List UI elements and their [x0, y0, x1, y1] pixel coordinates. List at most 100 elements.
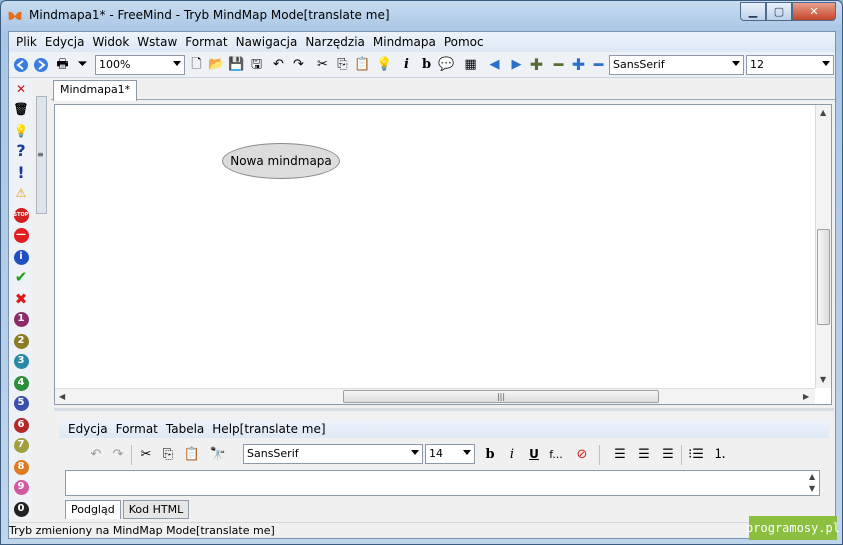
align-center-icon[interactable]: ☰	[635, 445, 653, 463]
root-node[interactable]: Nowa mindmapa	[222, 143, 340, 179]
add-child-icon[interactable]: ✚	[527, 55, 546, 74]
find-icon[interactable]: 🔭	[209, 445, 227, 463]
number-4-icon[interactable]: 4	[13, 375, 29, 391]
number-6-icon[interactable]: 6	[13, 417, 29, 433]
minimize-button[interactable]: ▁	[740, 2, 766, 21]
number-3-icon[interactable]: 3	[13, 353, 29, 369]
filter-icon[interactable]: ⏷	[73, 55, 92, 74]
menu-mindmapa[interactable]: Mindmapa	[369, 35, 440, 49]
editor-copy-icon[interactable]: ⎘	[159, 445, 177, 463]
cloud-icon[interactable]: 💬	[437, 55, 456, 74]
map-horizontal-scrollbar[interactable]: ◀ ||| ▶	[55, 388, 815, 404]
menu-nawigacja[interactable]: Nawigacja	[232, 35, 302, 49]
editor-bold-icon[interactable]: b	[481, 445, 499, 463]
number-0-icon[interactable]: 0	[13, 501, 29, 517]
zoom-select[interactable]: 100%	[95, 55, 185, 75]
editor-paste-icon[interactable]: 📋	[183, 445, 201, 463]
menu-pomoc[interactable]: Pomoc	[440, 35, 488, 49]
editor-underline-icon[interactable]: U	[525, 445, 543, 463]
arrow-right-icon[interactable]: ▶	[507, 55, 526, 74]
scroll-up-icon[interactable]: ▲	[820, 108, 826, 117]
splitter-grip[interactable]: ≡	[37, 150, 45, 159]
menu-narzedzia[interactable]: Narzędzia	[301, 35, 369, 49]
grid-icon[interactable]: ▦	[461, 55, 480, 74]
checkmark-icon[interactable]: ✔	[13, 269, 29, 285]
idea-icon[interactable]: 💡	[375, 55, 394, 74]
editor-italic-icon[interactable]: i	[503, 445, 521, 463]
remove-icon-icon[interactable]: ✕	[13, 81, 29, 97]
zoom-out-icon[interactable]: ━	[589, 55, 608, 74]
tab-preview[interactable]: Podgląd	[65, 500, 121, 519]
editor-scroll-down-icon[interactable]: ▼	[809, 484, 815, 493]
scroll-right-icon[interactable]: ▶	[803, 392, 809, 401]
close-button[interactable]: ✕	[792, 2, 836, 21]
editor-undo-icon[interactable]: ↶	[87, 445, 105, 463]
editor-size-select[interactable]: 14	[425, 444, 475, 464]
back-icon[interactable]	[11, 55, 30, 74]
paste-icon[interactable]: 📋	[353, 55, 372, 74]
maximize-button[interactable]: ▢	[766, 2, 792, 21]
zoom-in-icon[interactable]: ✚	[569, 55, 588, 74]
font-family-select[interactable]: SansSerif	[609, 55, 744, 75]
new-map-icon[interactable]: 🗋	[187, 55, 206, 74]
undo-icon[interactable]: ↶	[269, 55, 288, 74]
no-entry-icon[interactable]: —	[13, 227, 29, 243]
numbered-list-icon[interactable]: ⒈	[711, 445, 729, 463]
align-right-icon[interactable]: ☰	[659, 445, 677, 463]
copy-icon[interactable]: ⎘	[333, 55, 352, 74]
editor-redo-icon[interactable]: ↷	[109, 445, 127, 463]
print-icon[interactable]: 🖶	[53, 55, 72, 74]
editor-menu-tabela[interactable]: Tabela	[162, 422, 208, 436]
info-icon[interactable]: i	[13, 249, 29, 265]
clear-format-icon[interactable]: ⊘	[573, 445, 591, 463]
scroll-down-icon[interactable]: ▼	[820, 375, 826, 384]
number-5-icon[interactable]: 5	[13, 395, 29, 411]
editor-menu-edycja[interactable]: Edycja	[64, 422, 112, 436]
save-as-icon[interactable]: 🖫	[247, 55, 266, 74]
redo-icon[interactable]: ↷	[289, 55, 308, 74]
lightbulb-icon[interactable]: 💡	[13, 123, 29, 139]
cross-icon[interactable]: ✖	[13, 291, 29, 307]
tab-mindmapa1[interactable]: Mindmapa1*	[53, 80, 138, 101]
editor-font-select[interactable]: SansSerif	[243, 444, 423, 464]
trash-icon[interactable]: 🗑	[13, 101, 29, 117]
number-8-icon[interactable]: 8	[13, 459, 29, 475]
warning-icon[interactable]: ⚠	[13, 185, 29, 201]
menu-format[interactable]: Format	[181, 35, 231, 49]
horizontal-scroll-thumb[interactable]: |||	[343, 390, 659, 403]
menu-widok[interactable]: Widok	[88, 35, 133, 49]
forward-icon[interactable]	[31, 55, 50, 74]
bullet-list-icon[interactable]: ⁝☰	[687, 445, 705, 463]
number-2-icon[interactable]: 2	[13, 333, 29, 349]
remove-node-icon[interactable]: ━	[549, 55, 568, 74]
editor-menu-help[interactable]: Help[translate me]	[208, 422, 329, 436]
tab-html-code[interactable]: Kod HTML	[122, 500, 190, 519]
save-icon[interactable]: 💾	[227, 55, 246, 74]
scroll-left-icon[interactable]: ◀	[59, 392, 65, 401]
question-icon[interactable]: ?	[13, 143, 29, 159]
vertical-scroll-thumb[interactable]	[817, 229, 830, 325]
exclamation-icon[interactable]: !	[13, 165, 29, 181]
stop-icon[interactable]: STOP	[13, 207, 29, 223]
number-9-icon[interactable]: 9	[13, 479, 29, 495]
number-7-icon[interactable]: 7	[13, 437, 29, 453]
map-canvas[interactable]: Nowa mindmapa ▲ ▼ ◀ ||| ▶	[54, 104, 832, 405]
panel-splitter[interactable]	[54, 408, 834, 411]
note-text-area[interactable]: ▲ ▼	[65, 470, 820, 496]
arrow-left-icon[interactable]: ◀	[485, 55, 504, 74]
font-size-select[interactable]: 12	[746, 55, 834, 75]
menu-edycja[interactable]: Edycja	[41, 35, 89, 49]
italic-icon[interactable]: i	[397, 55, 416, 74]
menu-plik[interactable]: Plik	[12, 35, 41, 49]
map-vertical-scrollbar[interactable]: ▲ ▼	[815, 105, 831, 388]
editor-font-color-icon[interactable]: f...	[547, 445, 565, 463]
editor-menu-format[interactable]: Format	[112, 422, 162, 436]
align-left-icon[interactable]: ☰	[611, 445, 629, 463]
editor-cut-icon[interactable]: ✂	[137, 445, 155, 463]
open-icon[interactable]: 📂	[207, 55, 226, 74]
number-1-icon[interactable]: 1	[13, 311, 29, 327]
bold-icon[interactable]: b	[417, 55, 436, 74]
editor-scroll-up-icon[interactable]: ▲	[809, 472, 815, 481]
cut-icon[interactable]: ✂	[313, 55, 332, 74]
menu-wstaw[interactable]: Wstaw	[133, 35, 181, 49]
